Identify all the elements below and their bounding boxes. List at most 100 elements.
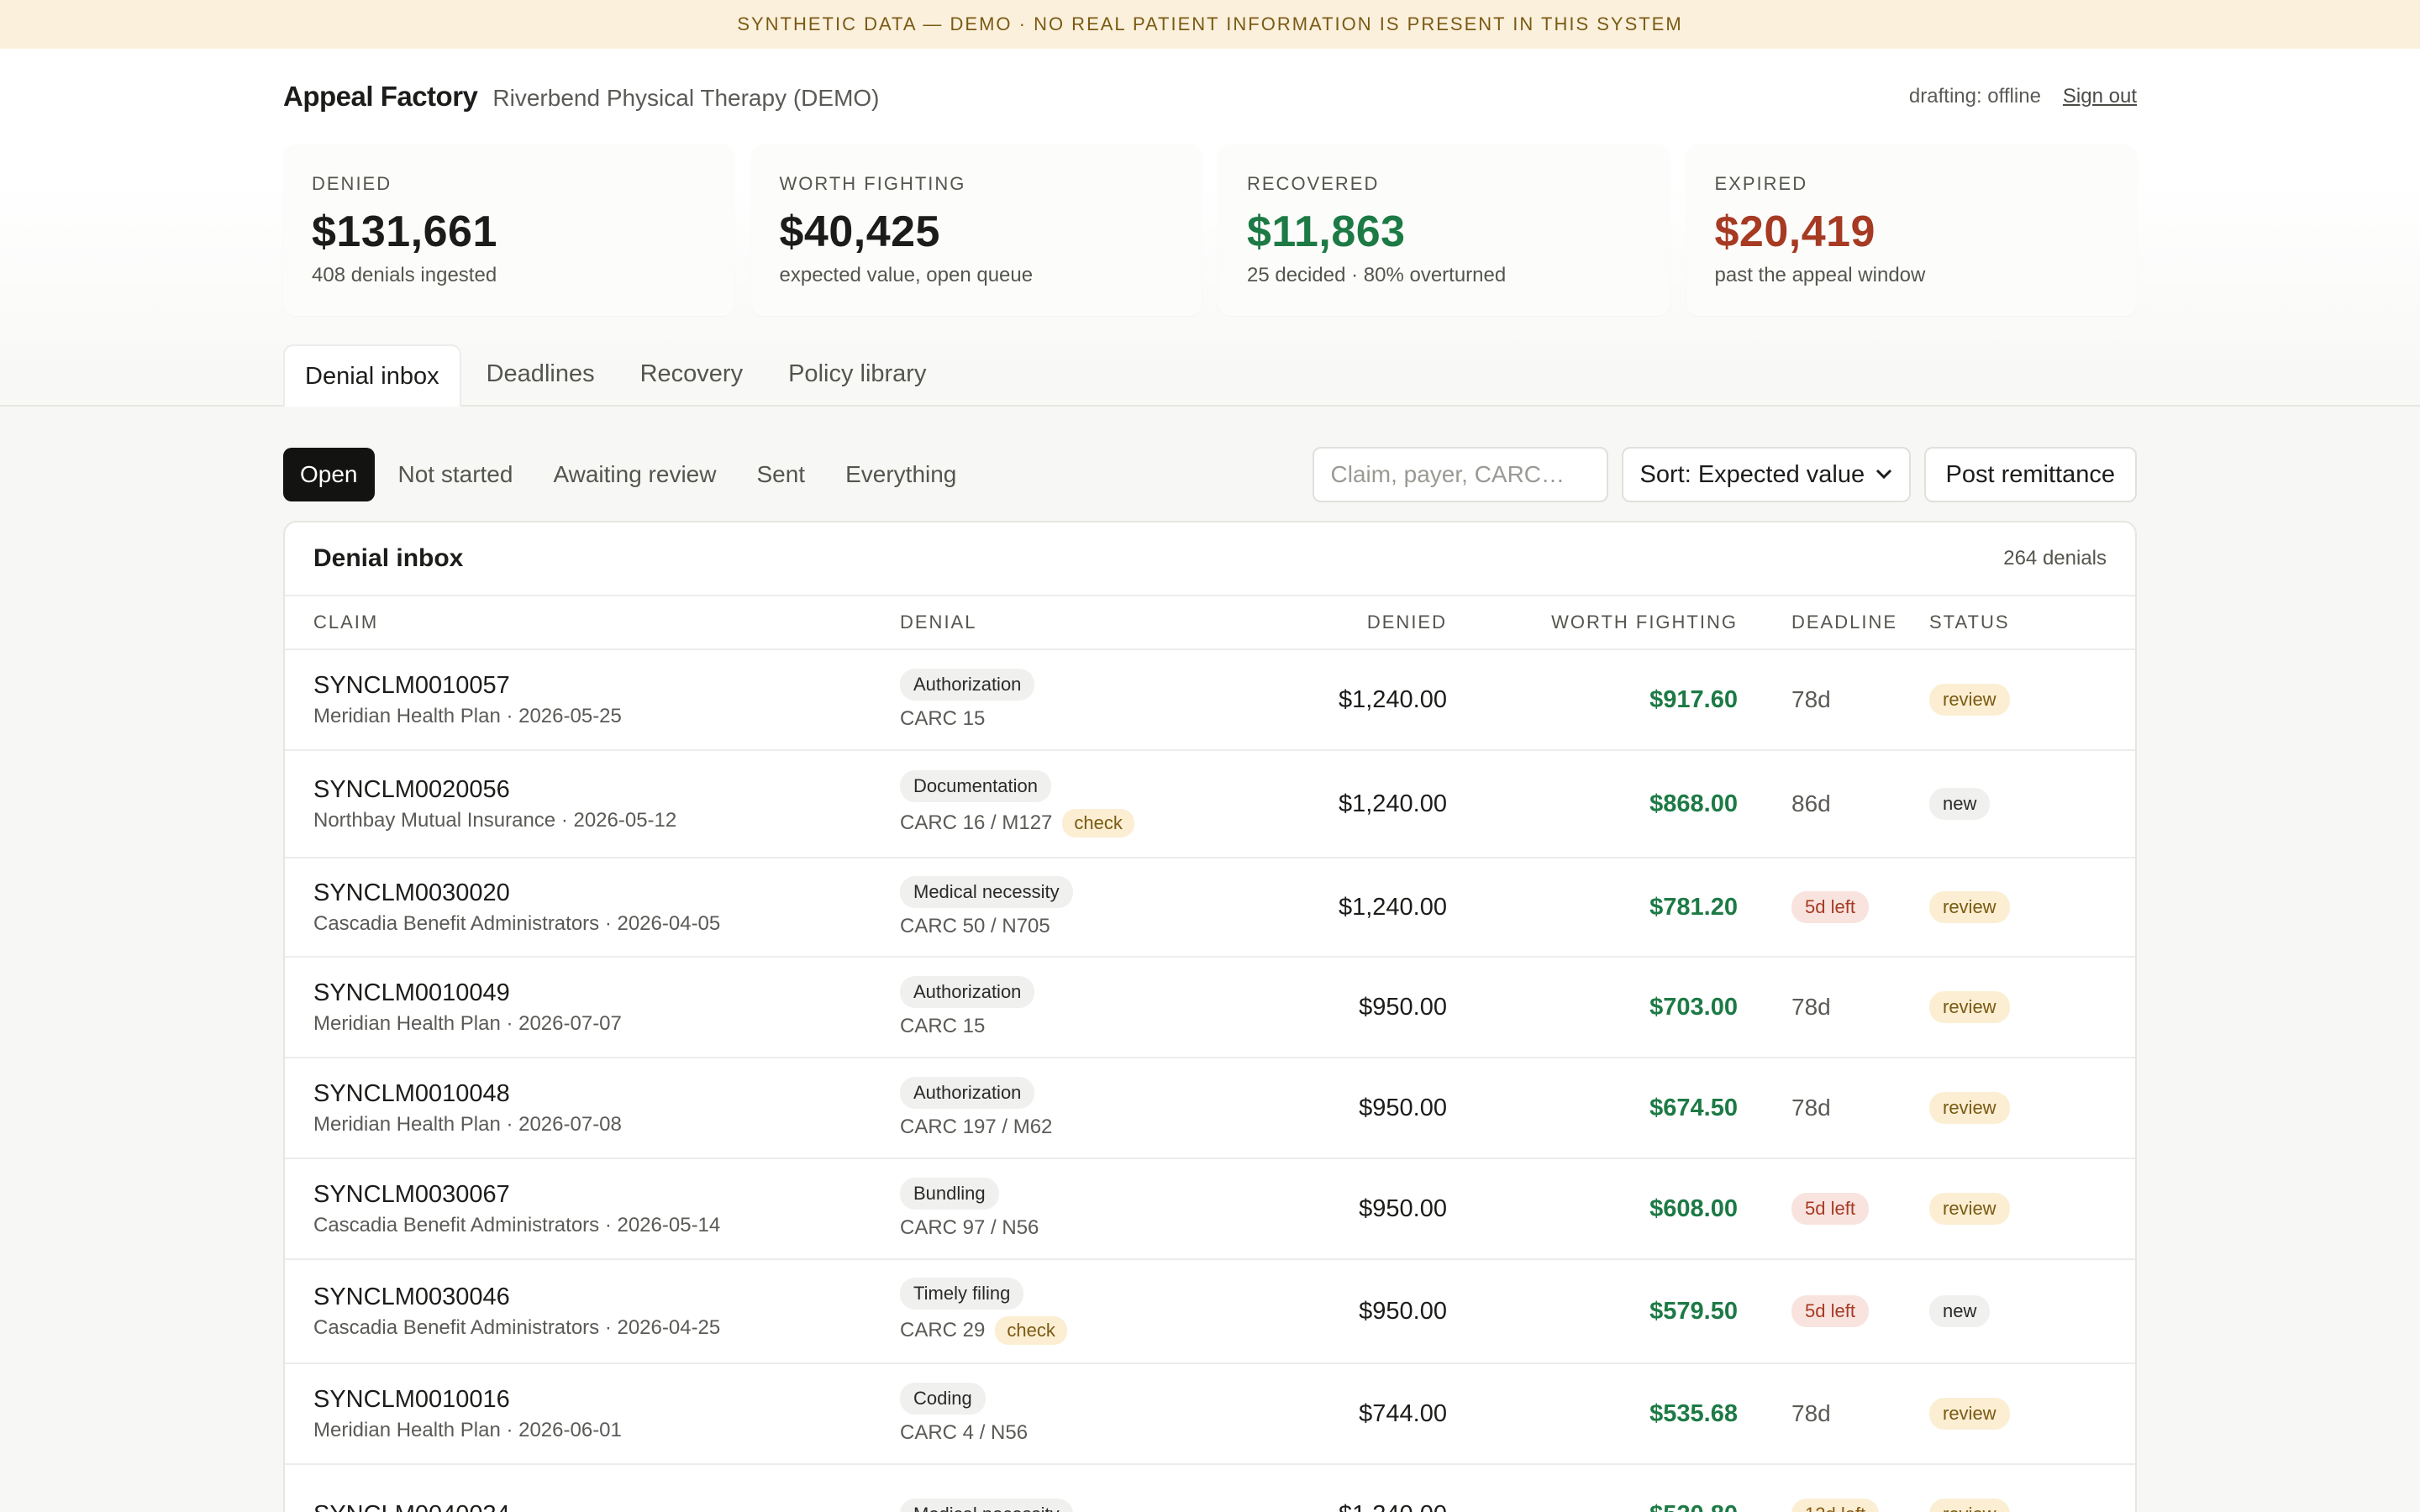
table-row-deadline-cell: 12d left (1738, 1465, 1929, 1512)
table-row-claim-cell[interactable]: SYNCLM0040034 (285, 1465, 900, 1512)
kpi-worth-fighting: WORTH FIGHTING $40,425 expected value, o… (750, 144, 1202, 316)
carc-code: CARC 16 / M127 (900, 811, 1053, 834)
sign-out-link[interactable]: Sign out (2063, 85, 2137, 108)
worth-fighting-amount: $579.50 (1649, 1297, 1738, 1325)
table-row-status-cell: review (1929, 1465, 2135, 1512)
denial-count: 264 denials (2003, 547, 2107, 570)
inbox-controls: Sort: Expected value Post remittance (1312, 447, 2137, 502)
panel-header: Denial inbox 264 denials (285, 522, 2135, 596)
filter-open[interactable]: Open (283, 448, 375, 501)
table-row-claim-cell[interactable]: SYNCLM0010048 Meridian Health Plan · 2026… (285, 1058, 900, 1159)
claim-id[interactable]: SYNCLM0030046 (313, 1284, 510, 1311)
table-row-denial-cell: Medical necessity (900, 1465, 1186, 1512)
kpi-value: $40,425 (779, 207, 940, 256)
carc-line: CARC 97 / N56 (900, 1216, 1039, 1240)
table-row-denial-cell: Documentation CARC 16 / M127 check (900, 751, 1186, 858)
tab-deadlines[interactable]: Deadlines (466, 343, 615, 405)
search-input[interactable] (1312, 447, 1608, 502)
table-row-denied-cell: $950.00 (1186, 1159, 1447, 1260)
chevron-down-icon (1876, 465, 1892, 485)
table-row-status-cell: new (1929, 751, 2135, 858)
payer-date: Meridian Health Plan · 2026-07-07 (313, 1011, 622, 1035)
tab-recovery[interactable]: Recovery (620, 343, 764, 405)
carc-line: CARC 16 / M127 check (900, 809, 1134, 837)
table-row-claim-cell[interactable]: SYNCLM0020056 Northbay Mutual Insurance ·… (285, 751, 900, 858)
table-row-claim-cell[interactable]: SYNCLM0010057 Meridian Health Plan · 2026… (285, 650, 900, 751)
table-row-deadline-cell: 5d left (1738, 1260, 1929, 1364)
table-row-claim-cell[interactable]: SYNCLM0010049 Meridian Health Plan · 2026… (285, 958, 900, 1058)
carc-code: CARC 4 / N56 (900, 1421, 1028, 1444)
denied-amount: $950.00 (1359, 1094, 1447, 1121)
table-row-denial-cell: Timely filing CARC 29 check (900, 1260, 1186, 1364)
column-header-worth-fighting[interactable]: WORTH FIGHTING (1447, 596, 1738, 650)
app-header: Appeal Factory Riverbend Physical Therap… (283, 49, 2137, 144)
filter-everything[interactable]: Everything (829, 448, 973, 501)
table-row-denial-cell: Bundling CARC 97 / N56 (900, 1159, 1186, 1260)
inbox-toolbar: Open Not started Awaiting review Sent Ev… (283, 447, 2137, 502)
table-row-worth-cell: $868.00 (1447, 751, 1738, 858)
table-row-worth-cell: $608.00 (1447, 1159, 1738, 1260)
status-badge: review (1929, 1092, 2010, 1124)
deadline-badge: 12d left (1791, 1499, 1880, 1512)
deadline-badge: 78d (1791, 686, 1831, 712)
carc-code: CARC 50 / N705 (900, 915, 1050, 937)
payer-date: Meridian Health Plan · 2026-06-01 (313, 1418, 622, 1441)
denied-amount: $950.00 (1359, 1194, 1447, 1222)
kpi-label: EXPIRED (1714, 173, 1808, 194)
claim-id[interactable]: SYNCLM0020056 (313, 776, 510, 804)
denial-category-badge: Timely filing (900, 1278, 1024, 1310)
tab-policy-library[interactable]: Policy library (768, 343, 946, 405)
column-header-denial[interactable]: DENIAL (900, 596, 1186, 650)
table-row-worth-cell: $535.68 (1447, 1364, 1738, 1465)
status-badge: new (1929, 788, 1991, 820)
table-row-status-cell: review (1929, 650, 2135, 751)
table-row-denial-cell: Authorization CARC 15 (900, 958, 1186, 1058)
payer-date: Cascadia Benefit Administrators · 2026-0… (313, 1315, 721, 1339)
filter-sent[interactable]: Sent (739, 448, 822, 501)
column-header-deadline[interactable]: DEADLINE (1738, 596, 1929, 650)
carc-line: CARC 29 check (900, 1316, 1067, 1345)
tab-denial-inbox[interactable]: Denial inbox (283, 344, 461, 407)
filter-awaiting-review[interactable]: Awaiting review (536, 448, 733, 501)
claim-id[interactable]: SYNCLM0010048 (313, 1080, 510, 1108)
deadline-badge: 78d (1791, 994, 1831, 1020)
claim-id[interactable]: SYNCLM0030067 (313, 1181, 510, 1209)
denied-amount: $744.00 (1359, 1399, 1447, 1427)
kpi-label: DENIED (312, 173, 392, 194)
denial-category-badge: Coding (900, 1383, 986, 1415)
claim-id[interactable]: SYNCLM0030020 (313, 879, 510, 907)
status-badge: review (1929, 1398, 2010, 1430)
table-row-denied-cell: $1,240.00 (1186, 1465, 1447, 1512)
table-row-status-cell: new (1929, 1260, 2135, 1364)
claim-id[interactable]: SYNCLM0040034 (313, 1501, 510, 1512)
kpi-label: RECOVERED (1247, 173, 1380, 194)
check-badge: check (995, 1316, 1067, 1345)
filter-not-started[interactable]: Not started (381, 448, 530, 501)
check-badge: check (1062, 809, 1134, 837)
status-badge: new (1929, 1295, 1991, 1327)
claim-id[interactable]: SYNCLM0010057 (313, 672, 510, 700)
worth-fighting-amount: $520.80 (1649, 1501, 1738, 1512)
claim-id[interactable]: SYNCLM0010016 (313, 1386, 510, 1414)
sort-select[interactable]: Sort: Expected value (1621, 447, 1911, 502)
denial-category-badge: Documentation (900, 770, 1051, 802)
table-row-claim-cell[interactable]: SYNCLM0030067 Cascadia Benefit Administra… (285, 1159, 900, 1260)
worth-fighting-amount: $917.60 (1649, 685, 1738, 713)
table-row-denied-cell: $1,240.00 (1186, 751, 1447, 858)
post-remittance-button[interactable]: Post remittance (1923, 447, 2137, 502)
table-row-status-cell: review (1929, 1159, 2135, 1260)
column-header-claim[interactable]: CLAIM (285, 596, 900, 650)
column-header-denied[interactable]: DENIED (1186, 596, 1447, 650)
table-row-denied-cell: $950.00 (1186, 1260, 1447, 1364)
table-row-deadline-cell: 78d (1738, 1364, 1929, 1465)
status-filters: Open Not started Awaiting review Sent Ev… (283, 448, 973, 501)
worth-fighting-amount: $781.20 (1649, 893, 1738, 921)
table-row-claim-cell[interactable]: SYNCLM0010016 Meridian Health Plan · 2026… (285, 1364, 900, 1465)
kpi-denied: DENIED $131,661 408 denials ingested (283, 144, 734, 316)
table-row-claim-cell[interactable]: SYNCLM0030020 Cascadia Benefit Administra… (285, 858, 900, 958)
table-row-claim-cell[interactable]: SYNCLM0030046 Cascadia Benefit Administra… (285, 1260, 900, 1364)
status-badge: review (1929, 891, 2010, 923)
column-header-status[interactable]: STATUS (1929, 596, 2135, 650)
carc-line: CARC 15 (900, 1015, 985, 1038)
claim-id[interactable]: SYNCLM0010049 (313, 979, 510, 1007)
